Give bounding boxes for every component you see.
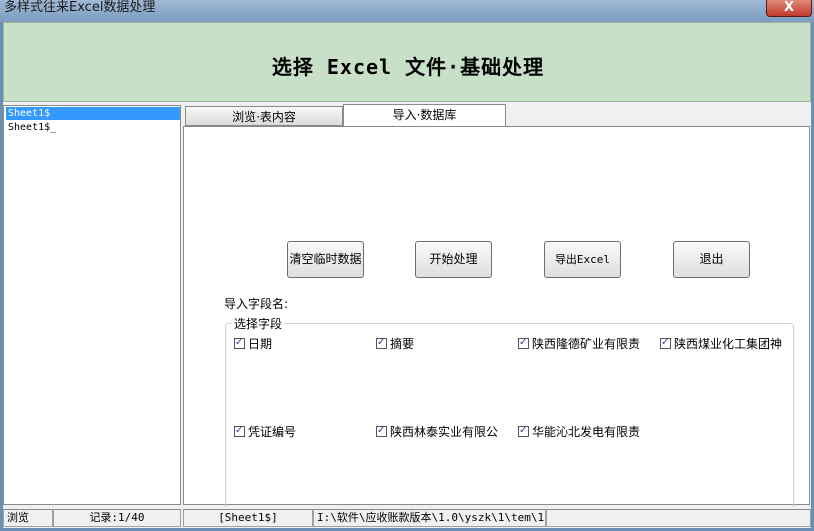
checkbox-checked-icon bbox=[660, 337, 671, 350]
status-path: I:\软件\应收账款版本\1.0\yszk\1\tem\1( bbox=[313, 509, 546, 527]
tab-strip: 浏览·表内容 导入·数据库 bbox=[183, 104, 811, 127]
checkbox-lintai[interactable]: 陕西林泰实业有限公 bbox=[376, 424, 499, 439]
title-bar: 多样式往来Excel数据处理 X bbox=[0, 0, 814, 22]
checkbox-meiye[interactable]: 陕西煤业化工集团神 bbox=[660, 337, 806, 351]
export-excel-button[interactable]: 导出Excel bbox=[544, 241, 621, 278]
checkbox-checked-icon bbox=[234, 424, 245, 438]
status-record: 记录:1/40 bbox=[53, 509, 181, 527]
checkbox-label: 陕西隆德矿业有限责 bbox=[532, 337, 641, 351]
tab-browse[interactable]: 浏览·表内容 bbox=[185, 106, 343, 126]
exit-button[interactable]: 退出 bbox=[673, 241, 750, 278]
checkbox-checked-icon bbox=[376, 424, 387, 438]
checkbox-label: 摘要 bbox=[390, 337, 415, 351]
status-extra bbox=[546, 509, 811, 527]
checkbox-label: 日期 bbox=[248, 337, 273, 351]
close-icon: X bbox=[783, 0, 795, 15]
sheet-list-item[interactable]: Sheet1$ bbox=[6, 107, 180, 120]
status-sheet: [Sheet1$] bbox=[183, 509, 313, 527]
checkbox-summary[interactable]: 摘要 bbox=[376, 336, 415, 351]
clear-temp-button[interactable]: 清空临时数据 bbox=[287, 241, 364, 278]
page-title: 选择 Excel 文件·基础处理 bbox=[271, 55, 545, 79]
checkbox-huaneng[interactable]: 华能沁北发电有限责 bbox=[518, 424, 641, 439]
sheet-list-item[interactable]: Sheet1$_ bbox=[6, 121, 180, 134]
close-button[interactable]: X bbox=[766, 0, 812, 17]
checkbox-label: 陕西煤业化工集团神 bbox=[674, 337, 783, 351]
import-panel: 清空临时数据 开始处理 导出Excel 退出 导入字段名: 选择字段 日期 摘要… bbox=[183, 126, 810, 511]
checkbox-checked-icon bbox=[376, 336, 387, 350]
checkbox-label: 凭证编号 bbox=[248, 425, 297, 439]
checkbox-checked-icon bbox=[518, 336, 529, 350]
status-mode: 浏览 bbox=[3, 509, 53, 527]
window-title: 多样式往来Excel数据处理 bbox=[4, 0, 156, 15]
fields-label: 导入字段名: bbox=[224, 297, 289, 311]
field-groupbox bbox=[225, 323, 794, 511]
checkbox-label: 陕西林泰实业有限公 bbox=[390, 425, 499, 439]
checkbox-longde[interactable]: 陕西隆德矿业有限责 bbox=[518, 336, 641, 351]
header-banner: 选择 Excel 文件·基础处理 bbox=[3, 22, 811, 102]
checkbox-checked-icon bbox=[518, 424, 529, 438]
status-bar: 浏览 记录:1/40 [Sheet1$] I:\软件\应收账款版本\1.0\ys… bbox=[3, 507, 811, 528]
checkbox-date[interactable]: 日期 bbox=[234, 336, 273, 351]
sheet-list[interactable]: Sheet1$ Sheet1$_ bbox=[3, 105, 181, 505]
group-legend: 选择字段 bbox=[232, 315, 285, 332]
main-window: 选择 Excel 文件·基础处理 Sheet1$ Sheet1$_ 浏览·表内容… bbox=[3, 22, 811, 528]
checkbox-voucher-no[interactable]: 凭证编号 bbox=[234, 424, 297, 439]
tab-import[interactable]: 导入·数据库 bbox=[343, 104, 506, 127]
start-button[interactable]: 开始处理 bbox=[415, 241, 492, 278]
checkbox-label: 华能沁北发电有限责 bbox=[532, 425, 641, 439]
checkbox-checked-icon bbox=[234, 336, 245, 350]
